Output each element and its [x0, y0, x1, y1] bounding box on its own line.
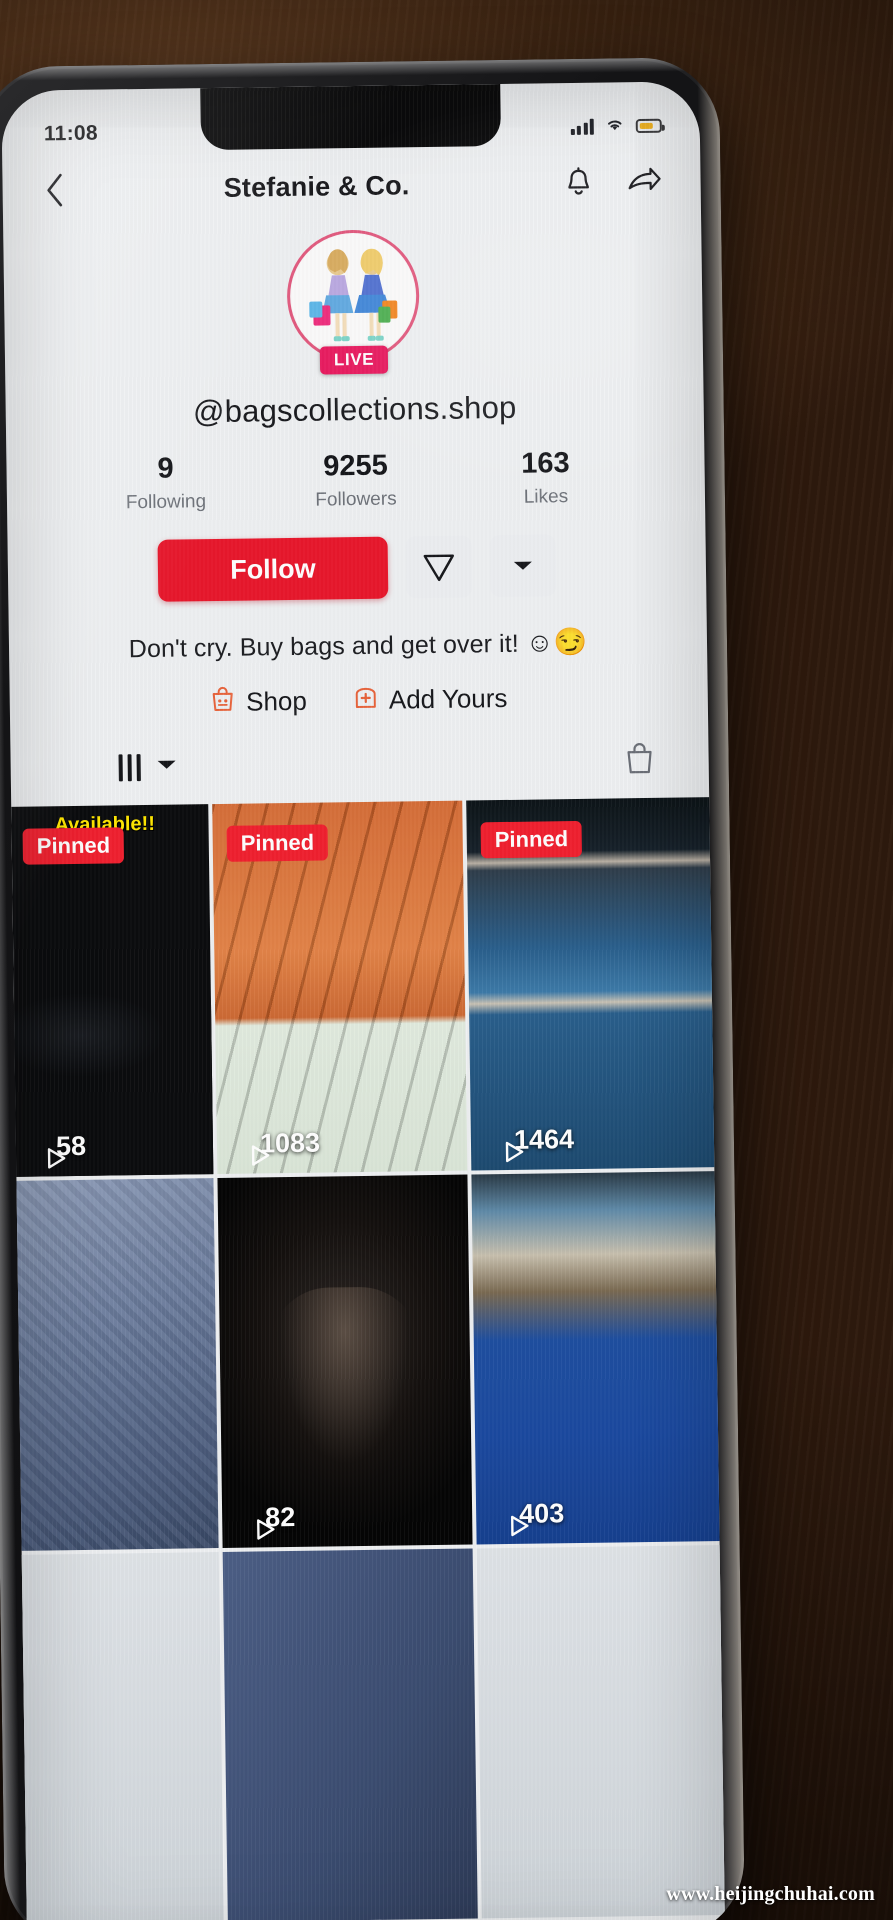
video-grid: Available!! Pinned 58 Pinned 1083 Pinned…	[8, 797, 726, 1920]
profile-stats: 9 Following 9255 Followers 163 Likes	[6, 445, 705, 516]
video-thumbnail[interactable]	[18, 1552, 224, 1920]
back-chevron-icon[interactable]	[32, 168, 77, 213]
battery-icon	[635, 118, 662, 134]
bell-icon[interactable]	[556, 161, 601, 206]
play-count: 82	[238, 1502, 295, 1540]
add-yours-link-label: Add Yours	[388, 682, 508, 715]
video-thumbnail[interactable]	[13, 1178, 219, 1551]
stat-followers-value: 9255	[323, 449, 388, 483]
stat-following-label: Following	[125, 491, 207, 514]
photo-scene: 11:08 Stefanie & Co. LIVE @bagscollectio…	[0, 0, 893, 1920]
profile-bio-text: Don't cry. Buy bags and get over it!	[128, 629, 520, 664]
video-thumbnail[interactable]: Pinned 1083	[212, 800, 468, 1175]
add-yours-plus-icon	[353, 683, 379, 718]
stat-followers-label: Followers	[315, 488, 397, 511]
video-thumbnail[interactable]: Available!! Pinned 58	[8, 804, 214, 1177]
follow-button[interactable]: Follow	[157, 536, 389, 602]
avatar[interactable]: LIVE	[286, 229, 421, 375]
pinned-badge: Pinned	[22, 827, 125, 865]
phone-screen: 11:08 Stefanie & Co. LIVE @bagscollectio…	[1, 81, 726, 1920]
stat-followers[interactable]: 9255 Followers	[260, 449, 451, 513]
paper-plane-icon[interactable]	[405, 535, 473, 599]
video-thumbnail[interactable]: 82	[217, 1174, 473, 1548]
chevron-down-icon[interactable]	[157, 758, 177, 776]
wifi-icon	[604, 114, 626, 138]
video-thumbnail[interactable]: 403	[471, 1170, 726, 1545]
profile-username: @bagscollections.shop	[192, 389, 517, 430]
video-thumbnail[interactable]	[476, 1544, 726, 1919]
content-tab-bar	[10, 713, 709, 806]
stat-likes[interactable]: 163 Likes	[450, 446, 641, 510]
pinned-badge: Pinned	[480, 820, 583, 859]
shopping-bag-icon[interactable]	[622, 740, 657, 781]
tab-videos[interactable]	[118, 754, 177, 782]
cellular-signal-icon	[570, 118, 594, 136]
stat-likes-value: 163	[521, 447, 570, 480]
play-count: 58	[29, 1131, 86, 1169]
profile-bio: Don't cry. Buy bags and get over it! ☺😏	[9, 624, 707, 666]
chevron-down-icon[interactable]	[489, 534, 557, 598]
share-arrow-icon[interactable]	[622, 160, 667, 205]
shop-bag-icon	[210, 685, 236, 720]
bio-emoji: ☺😏	[525, 626, 588, 658]
play-count: 1083	[233, 1128, 321, 1166]
app-header: Stefanie & Co.	[2, 145, 701, 227]
profile-section: LIVE @bagscollections.shop 9 Following 9…	[3, 217, 708, 723]
stat-following[interactable]: 9 Following	[70, 451, 261, 515]
profile-actions: Follow	[8, 532, 707, 604]
page-title: Stefanie & Co.	[223, 169, 410, 203]
video-grid-icon	[118, 754, 141, 782]
live-badge[interactable]: LIVE	[319, 345, 389, 375]
pinned-badge: Pinned	[226, 824, 329, 862]
device-notch	[200, 83, 502, 151]
profile-avatar-shopping-girls	[286, 229, 421, 363]
phone-device: 11:08 Stefanie & Co. LIVE @bagscollectio…	[0, 56, 746, 1920]
video-thumbnail[interactable]	[222, 1548, 478, 1920]
video-thumbnail[interactable]: Pinned 1464	[466, 797, 722, 1171]
watermark: www.heijingchuhai.com	[666, 1883, 875, 1905]
status-time: 11:08	[43, 121, 99, 146]
add-yours-link[interactable]: Add Yours	[353, 681, 508, 718]
shop-link[interactable]: Shop	[210, 684, 307, 720]
play-count: 403	[492, 1498, 564, 1536]
stat-following-value: 9	[157, 452, 174, 485]
shop-link-label: Shop	[245, 685, 308, 717]
stat-likes-label: Likes	[523, 486, 569, 508]
play-count: 1464	[487, 1124, 575, 1162]
person-silhouette	[268, 1286, 422, 1489]
